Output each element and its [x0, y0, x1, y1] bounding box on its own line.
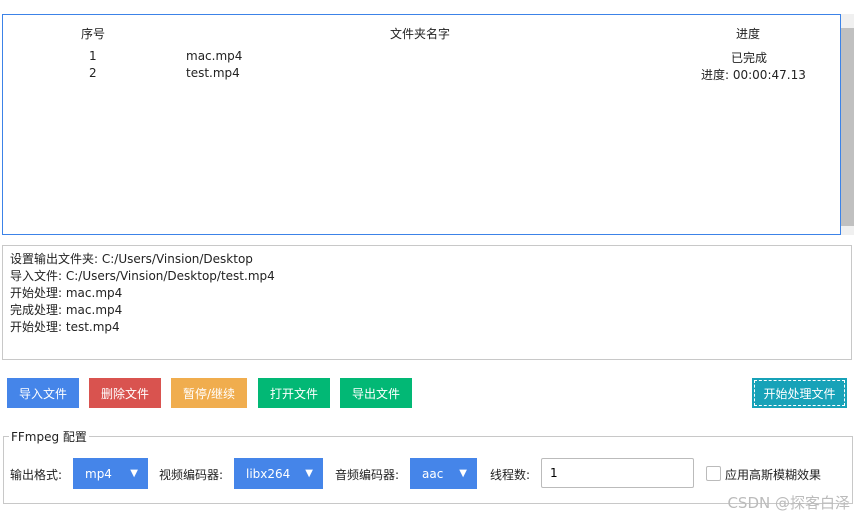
import-button[interactable]: 导入文件 — [7, 378, 79, 408]
row-name[interactable]: test.mp4 — [186, 66, 240, 80]
vcodec-select[interactable]: libx264 ▼ — [234, 458, 323, 489]
chevron-down-icon: ▼ — [459, 468, 467, 479]
log-area: 设置输出文件夹: C:/Users/Vinsion/Desktop 导入文件: … — [2, 245, 852, 360]
blur-checkbox[interactable] — [706, 466, 721, 481]
threads-label: 线程数: — [490, 468, 531, 482]
watermark: CSDN @探客白泽 — [727, 494, 850, 512]
delete-button[interactable]: 删除文件 — [89, 378, 161, 408]
pause-button[interactable]: 暂停/继续 — [171, 378, 247, 408]
header-name: 文件夹名字 — [390, 27, 451, 41]
log-line: 开始处理: mac.mp4 — [10, 286, 123, 300]
format-select[interactable]: mp4 ▼ — [73, 458, 148, 489]
row-progress: 进度: 00:00:47.13 — [701, 68, 806, 82]
open-button[interactable]: 打开文件 — [258, 378, 330, 408]
format-value: mp4 — [85, 466, 112, 481]
blur-label[interactable]: 应用高斯模糊效果 — [725, 466, 821, 483]
log-line: 导入文件: C:/Users/Vinsion/Desktop/test.mp4 — [10, 269, 275, 283]
format-label: 输出格式: — [10, 468, 63, 482]
chevron-down-icon: ▼ — [130, 468, 138, 479]
header-index: 序号 — [81, 27, 106, 41]
start-button[interactable]: 开始处理文件 — [752, 378, 847, 408]
vcodec-label: 视频编码器: — [159, 468, 224, 482]
row-index: 2 — [89, 66, 97, 80]
row-index: 1 — [89, 49, 97, 63]
file-table: 序号 文件夹名字 进度 1 mac.mp4 已完成 2 test.mp4 进度:… — [2, 14, 841, 235]
header-progress: 进度 — [736, 27, 761, 41]
log-line: 开始处理: test.mp4 — [10, 320, 120, 334]
row-progress: 已完成 — [731, 51, 768, 65]
config-title: FFmpeg 配置 — [9, 428, 89, 445]
scrollbar-thumb[interactable] — [841, 28, 854, 226]
threads-input[interactable] — [541, 458, 694, 488]
acodec-label: 音频编码器: — [335, 468, 400, 482]
log-line: 设置输出文件夹: C:/Users/Vinsion/Desktop — [10, 252, 253, 266]
chevron-down-icon: ▼ — [305, 468, 313, 479]
row-name[interactable]: mac.mp4 — [186, 49, 242, 63]
vcodec-value: libx264 — [246, 466, 291, 481]
acodec-value: aac — [422, 466, 444, 481]
acodec-select[interactable]: aac ▼ — [410, 458, 477, 489]
log-line: 完成处理: mac.mp4 — [10, 303, 123, 317]
export-button[interactable]: 导出文件 — [340, 378, 412, 408]
